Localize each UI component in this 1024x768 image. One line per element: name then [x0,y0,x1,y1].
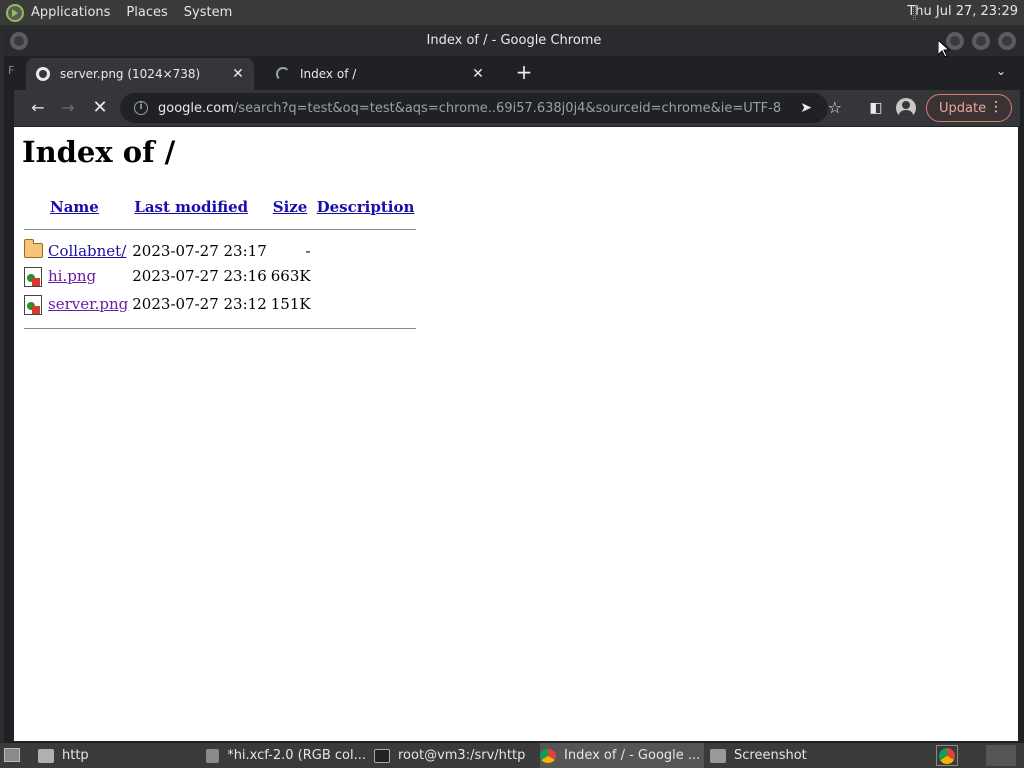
stop-loading-icon[interactable]: ✕ [88,96,112,120]
tab-title: Index of / [300,67,357,81]
gimp-icon [206,748,220,763]
taskbar-item-label: Index of / - Google ... [564,748,701,763]
taskbar-item-gimp[interactable]: *hi.xcf-2.0 (RGB col... [206,743,366,768]
top-panel: Applications Places System Thu Jul 27, 2… [0,0,1024,25]
directory-listing-table: Name Last modified Size Description Coll… [22,195,418,338]
sort-by-modified-link[interactable]: Last modified [134,198,248,216]
last-modified: 2023-07-27 23:12 [132,295,267,313]
file-size: 663K [270,267,311,285]
table-row: server.png 2023-07-27 23:12 151K [22,290,418,318]
system-menu[interactable]: System [184,5,232,20]
divider [22,219,418,239]
file-description [313,262,419,290]
applications-logo-icon[interactable] [6,3,24,22]
workspace-switcher[interactable] [986,745,1016,766]
side-panel-icon[interactable]: ◧ [864,96,888,120]
taskbar-item-chrome[interactable]: Index of / - Google ... [540,743,704,768]
file-description [313,239,419,262]
profile-avatar-icon[interactable] [894,96,918,120]
file-link-hi-png[interactable]: hi.png [48,267,96,285]
chrome-icon [540,748,556,763]
globe-icon [36,67,50,81]
loading-spinner-icon [276,67,290,81]
more-menu-icon[interactable]: ⋮ [989,99,1003,115]
divider [22,318,418,338]
new-tab-button[interactable]: + [512,60,536,84]
taskbar: http *hi.xcf-2.0 (RGB col... root@vm3:/s… [0,743,1024,768]
image-file-icon [24,267,42,287]
back-arrow-icon[interactable]: ← [26,96,50,120]
window-menu-button[interactable] [10,32,28,50]
taskbar-item-label: http [62,748,89,763]
tab-strip: F server.png (1024×738) ✕ Index of / ✕ +… [4,56,1024,90]
tab-close-icon[interactable]: ✕ [228,66,248,82]
applications-menu[interactable]: Applications [31,5,110,20]
file-size: 151K [270,295,311,313]
background-label: F [8,64,15,77]
tab-title: server.png (1024×738) [60,67,201,81]
file-link-collabnet[interactable]: Collabnet/ [48,242,126,260]
window-title-bar[interactable]: Index of / - Google Chrome [4,26,1024,56]
file-size: - [305,241,311,260]
taskbar-item-label: root@vm3:/srv/http [398,748,526,763]
window-title: Index of / - Google Chrome [426,33,602,48]
close-window-button[interactable] [998,32,1016,50]
folder-icon [38,748,54,763]
taskbar-item-terminal[interactable]: root@vm3:/srv/http [374,743,534,768]
browser-toolbar: ← → ✕ i google.com/search?q=test&oq=test… [14,90,1020,126]
address-bar[interactable]: i google.com/search?q=test&oq=test&aqs=c… [120,93,842,123]
url-host: google.com [158,100,234,116]
places-menu[interactable]: Places [126,5,167,20]
screenshot-icon [710,748,726,763]
clock[interactable]: Thu Jul 27, 23:29 [907,4,1018,19]
tab-index-of[interactable]: Index of / ✕ [266,58,494,90]
page-viewport: Index of / Name Last modified Size Descr… [14,127,1018,741]
tab-close-icon[interactable]: ✕ [468,66,488,82]
taskbar-item-label: *hi.xcf-2.0 (RGB col... [227,748,366,763]
bookmark-star-icon[interactable]: ☆ [828,98,842,117]
tab-server-png[interactable]: server.png (1024×738) ✕ [26,58,254,90]
share-icon[interactable]: ➤ [800,100,812,116]
last-modified: 2023-07-27 23:16 [132,267,267,285]
taskbar-item-files[interactable]: http [38,743,188,768]
maximize-button[interactable] [972,32,990,50]
table-row: Collabnet/ 2023-07-27 23:17 - [22,239,418,262]
page-title: Index of / [22,135,176,169]
tab-search-chevron-icon[interactable]: ⌄ [996,64,1010,78]
taskbar-item-label: Screenshot [734,748,807,763]
file-description [313,290,419,318]
image-file-icon [24,295,42,315]
sort-by-size-link[interactable]: Size [273,198,308,216]
terminal-icon [374,748,390,763]
sort-by-description-link[interactable]: Description [317,198,415,216]
update-label: Update [939,100,987,116]
show-desktop-icon[interactable] [4,748,20,762]
site-info-icon[interactable]: i [134,101,148,115]
taskbar-item-screenshot[interactable]: Screenshot [710,743,860,768]
table-header-row: Name Last modified Size Description [22,195,418,219]
forward-arrow-icon[interactable]: → [56,96,80,120]
folder-icon [24,239,43,258]
table-row: hi.png 2023-07-27 23:16 663K [22,262,418,290]
file-link-server-png[interactable]: server.png [48,295,128,313]
last-modified: 2023-07-27 23:17 [132,241,267,260]
update-button[interactable]: Update ⋮ [926,94,1012,122]
url-path: /search?q=test&oq=test&aqs=chrome..69i57… [233,100,782,116]
workspace-chrome-icon[interactable] [936,745,958,766]
sort-by-name-link[interactable]: Name [50,198,99,216]
